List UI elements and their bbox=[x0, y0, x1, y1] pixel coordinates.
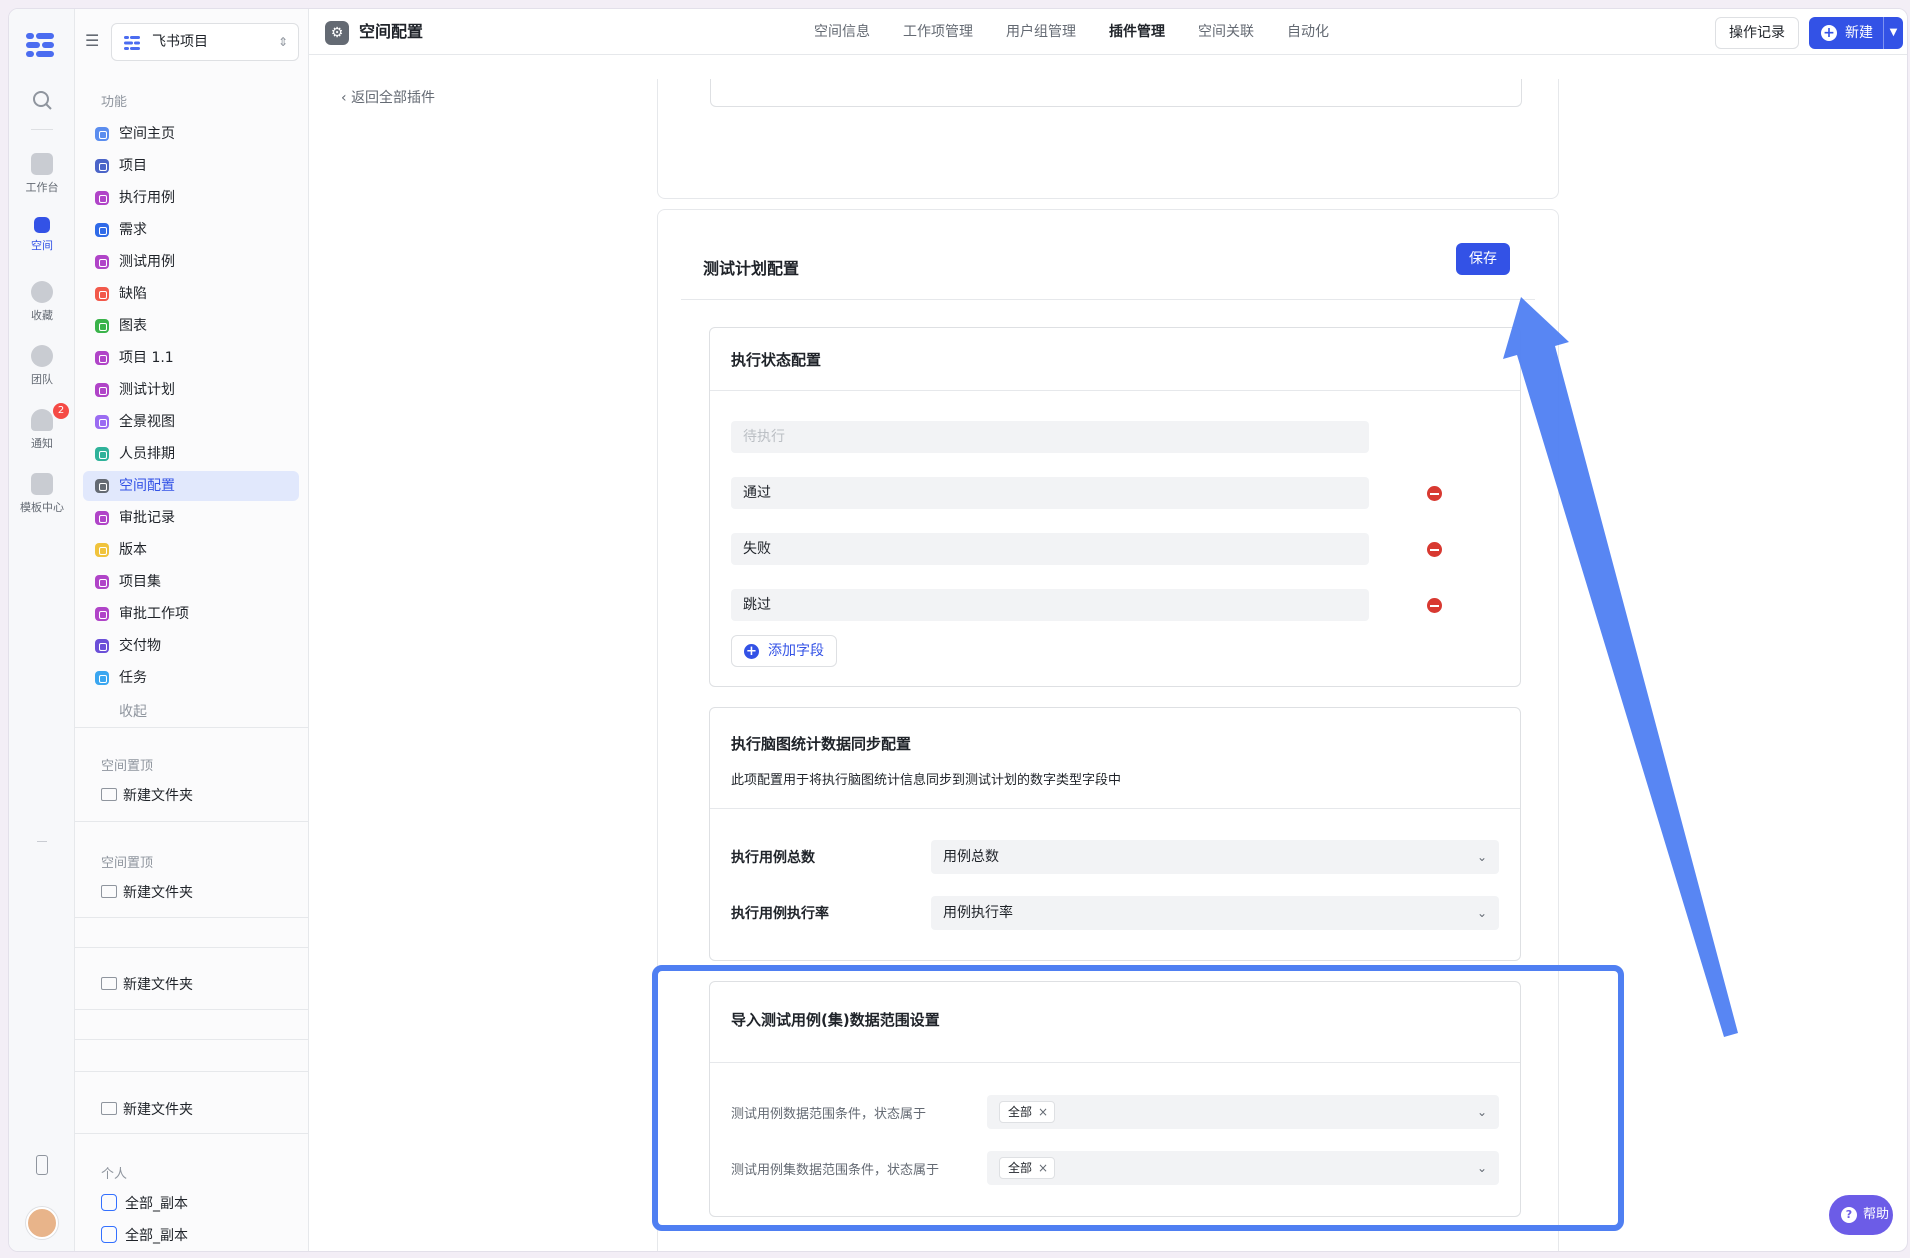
help-button[interactable]: ? 帮助 bbox=[1829, 1195, 1893, 1235]
app-window: 工作台 空间 收藏 团队 2 通知 模板中心 ☰ 飞书项目 ⇕ 功能 空间主页 … bbox=[8, 8, 1908, 1252]
question-icon: ? bbox=[1841, 1207, 1857, 1223]
annotation-arrow bbox=[1503, 297, 1738, 1037]
help-label: 帮助 bbox=[1863, 1207, 1890, 1222]
